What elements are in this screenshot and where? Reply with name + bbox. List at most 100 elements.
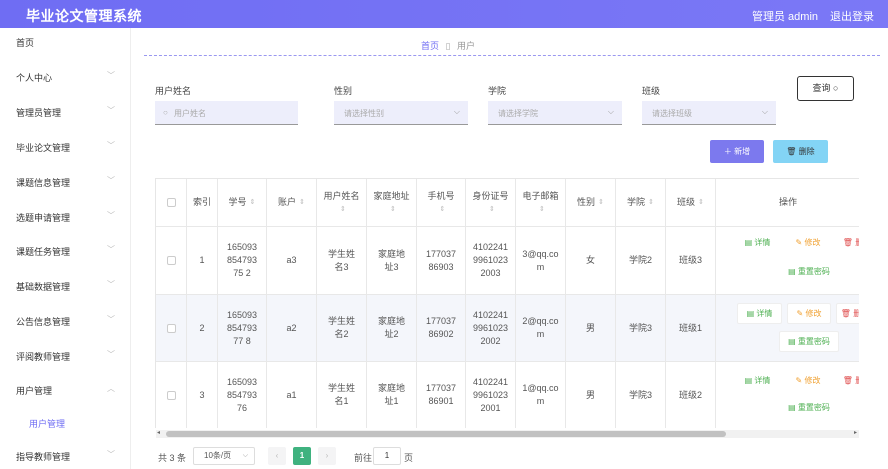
delete-row-button[interactable]: 🗑 删	[838, 371, 859, 392]
gender-select[interactable]: 请选择性别 ⌵	[334, 101, 468, 125]
column-header[interactable]: 班级 ⇕	[666, 179, 716, 227]
app-title: 毕业论文管理系统	[26, 8, 142, 24]
reset-password-button[interactable]: ▤ 重置密码	[779, 331, 839, 352]
sidebar-item-users[interactable]: 用户管理 ︿	[0, 380, 131, 400]
column-header[interactable]: 电子邮箱 ⇕	[516, 179, 566, 227]
scrollbar-thumb[interactable]	[166, 431, 726, 437]
sidebar-item-label: 选题申请管理	[16, 213, 71, 223]
goto-label: 前往	[354, 453, 373, 463]
class-select-placeholder: 请选择班级	[652, 109, 692, 118]
edit-button[interactable]: ✎ 修改	[787, 303, 831, 324]
column-header-label: 身份证号	[472, 190, 509, 201]
column-header-label: 电子邮箱	[522, 190, 559, 201]
delete-row-button[interactable]: 🗑 删	[836, 303, 859, 324]
current-user[interactable]: 管理员 admin	[752, 8, 818, 24]
chevron-down-icon: ﹀	[107, 71, 115, 80]
college-select[interactable]: 请选择学院 ⌵	[488, 101, 622, 125]
cell-email: 2@qq.com	[516, 295, 566, 362]
column-header-label: 手机号	[427, 190, 455, 201]
column-header-label: 家庭地址	[373, 190, 410, 201]
sidebar-item-notice[interactable]: 公告信息管理 ﹀	[0, 311, 131, 331]
page-number-current[interactable]: 1	[293, 447, 311, 465]
sort-icon[interactable]: ⇕	[250, 196, 256, 209]
reset-password-button[interactable]: ▤ 重置密码	[779, 262, 839, 283]
sidebar-item-profile[interactable]: 个人中心 ﹀	[0, 67, 131, 87]
trash-icon: 🗑	[840, 309, 854, 318]
search-icon: ○	[833, 83, 839, 93]
sort-icon[interactable]: ⇕	[475, 203, 508, 216]
detail-button[interactable]: ▤ 详情	[737, 233, 778, 254]
column-header[interactable]: 账户 ⇕	[267, 179, 317, 227]
scroll-left-icon[interactable]: ◂	[157, 429, 160, 436]
sidebar-item-advisor[interactable]: 指导教师管理 ﹀	[0, 446, 131, 466]
sort-icon[interactable]: ⇕	[376, 203, 409, 216]
cell-address: 家庭地址3	[367, 227, 417, 295]
sidebar-item-home[interactable]: 首页	[0, 32, 131, 52]
cell-student-no: 16509385479375 2	[218, 227, 267, 295]
row-checkbox[interactable]	[166, 256, 176, 265]
scroll-right-icon[interactable]: ▸	[854, 429, 857, 436]
column-header[interactable]: 性别 ⇕	[566, 179, 616, 227]
column-header[interactable]: 用户姓名 ⇕	[317, 179, 367, 227]
cell-id-card: 410224199610232001	[466, 362, 516, 428]
sidebar-item-thesis[interactable]: 毕业论文管理 ﹀	[0, 137, 131, 157]
delete-button[interactable]: 🗑 删除	[773, 140, 828, 163]
cell-email: 3@qq.com	[516, 227, 566, 295]
sidebar-item-admin[interactable]: 管理员管理 ﹀	[0, 102, 131, 122]
delete-row-button[interactable]: 🗑 删	[838, 233, 859, 254]
add-button[interactable]: ＋ 新增	[710, 140, 764, 163]
sidebar-item-base-data[interactable]: 基础数据管理 ﹀	[0, 276, 131, 296]
prev-page-button[interactable]: ‹	[268, 447, 286, 465]
chevron-right-icon: ›	[325, 451, 329, 460]
column-header[interactable]: 学院 ⇕	[616, 179, 666, 227]
search-icon: ○	[163, 108, 168, 117]
detail-button[interactable]: ▤ 详情	[737, 371, 778, 392]
add-button-label: 新增	[734, 147, 751, 156]
college-select-placeholder: 请选择学院	[498, 109, 538, 118]
sidebar-item-topic-task[interactable]: 课题任务管理 ﹀	[0, 241, 131, 261]
column-header[interactable]: 身份证号 ⇕	[466, 179, 516, 227]
goto-page-input[interactable]: 1	[373, 447, 401, 465]
chevron-down-icon: ﹀	[107, 245, 115, 254]
class-select[interactable]: 请选择班级 ⌵	[642, 101, 776, 125]
sort-icon[interactable]: ⇕	[299, 196, 305, 209]
chevron-left-icon: ‹	[275, 451, 279, 460]
sort-icon[interactable]: ⇕	[598, 196, 604, 209]
sidebar-item-label: 个人中心	[16, 73, 53, 83]
next-page-button[interactable]: ›	[318, 447, 336, 465]
detail-button-label: 详情	[754, 238, 771, 247]
cell-student-no: 16509385479376	[218, 362, 267, 428]
sidebar-subitem-users[interactable]: 用户管理	[0, 413, 131, 433]
sort-icon[interactable]: ⇕	[525, 203, 558, 216]
logout-link[interactable]: 退出登录	[830, 8, 874, 24]
table-horizontal-scrollbar[interactable]: ◂ ▸	[156, 430, 859, 438]
sort-icon[interactable]: ⇕	[430, 203, 454, 216]
column-header[interactable]: 手机号 ⇕	[417, 179, 466, 227]
sort-icon[interactable]: ⇕	[326, 203, 359, 216]
name-input[interactable]: ○ 用户姓名	[155, 101, 298, 125]
edit-button[interactable]: ✎ 修改	[787, 371, 829, 392]
users-table: 索引 学号 ⇕ 账户 ⇕ 用户姓名 ⇕ 家庭地址 ⇕ 手机号 ⇕ 身份证号 ⇕ 电子邮箱 ⇕ …	[155, 178, 859, 428]
cell-id-card: 410224199610232003	[466, 227, 516, 295]
row-checkbox[interactable]	[166, 390, 176, 400]
row-checkbox[interactable]	[166, 323, 176, 333]
reset-password-button[interactable]: ▤ 重置密码	[779, 398, 839, 419]
edit-button[interactable]: ✎ 修改	[787, 233, 829, 254]
breadcrumb-home[interactable]: 首页	[421, 41, 439, 51]
cell-gender: 女	[566, 227, 616, 295]
detail-button[interactable]: ▤ 详情	[737, 303, 782, 324]
sort-icon[interactable]: ⇕	[698, 196, 704, 209]
sort-icon[interactable]: ⇕	[648, 196, 654, 209]
chevron-up-icon: ︿	[107, 384, 115, 393]
gender-select-placeholder: 请选择性别	[344, 109, 384, 118]
page-size-select[interactable]: 10条/页 ⌵	[193, 447, 255, 465]
cell-address: 家庭地址2	[367, 295, 417, 362]
sidebar-item-topic-info[interactable]: 课题信息管理 ﹀	[0, 172, 131, 192]
sidebar-item-reviewer[interactable]: 评阅教师管理 ﹀	[0, 346, 131, 366]
sidebar-item-topic-apply[interactable]: 选题申请管理 ﹀	[0, 207, 131, 227]
select-all-checkbox[interactable]	[166, 198, 176, 207]
cell-address: 家庭地址1	[367, 362, 417, 428]
column-header[interactable]: 学号 ⇕	[218, 179, 267, 227]
column-header[interactable]: 家庭地址 ⇕	[367, 179, 417, 227]
search-button[interactable]: 查询 ○	[797, 76, 854, 101]
